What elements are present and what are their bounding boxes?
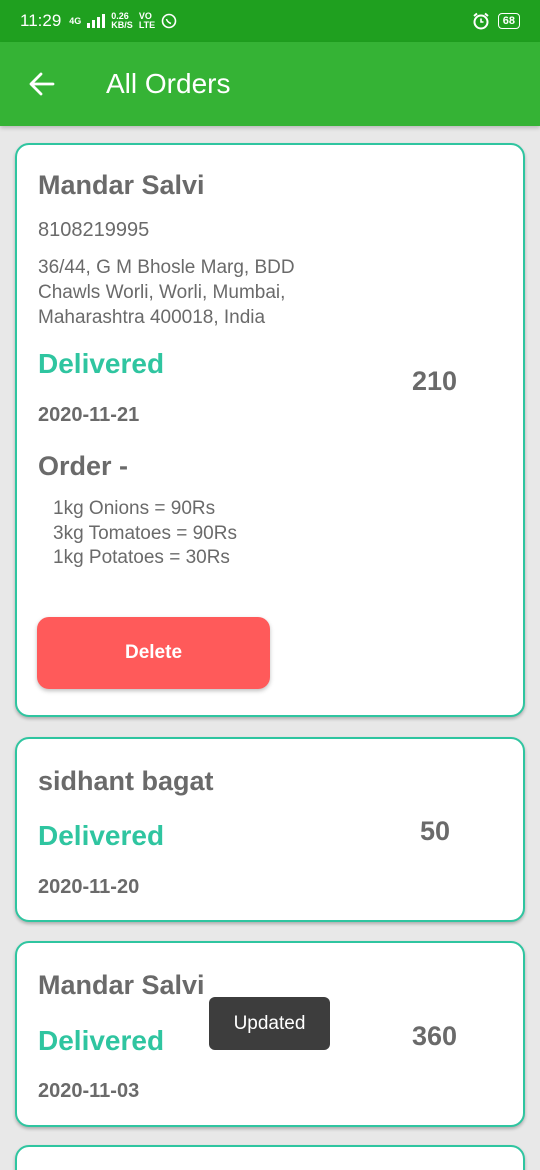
order-items: 1kg Onions = 90Rs 3kg Tomatoes = 90Rs 1k… (53, 497, 237, 571)
app-bar: All Orders (0, 42, 540, 126)
customer-phone: 8108219995 (38, 219, 150, 241)
order-amount: 50 (420, 816, 451, 846)
order-card[interactable] (15, 1145, 525, 1170)
whatsapp-icon (161, 13, 177, 29)
order-amount: 360 (412, 1021, 458, 1051)
page-title: All Orders (106, 68, 231, 99)
customer-name: sidhant bagat (38, 766, 214, 796)
alarm-icon (473, 12, 489, 30)
delete-button[interactable]: Delete (37, 617, 270, 689)
order-card[interactable]: Mandar Salvi 8108219995 36/44, G M Bhosl… (15, 143, 525, 717)
network-speed: 0.26 KB/S (111, 11, 133, 30)
order-date: 2020-11-21 (38, 404, 140, 426)
signal-icon (87, 14, 106, 28)
customer-address: 36/44, G M Bhosle Marg, BDD Chawls Worli… (38, 257, 295, 328)
status-right: 68 (472, 12, 520, 30)
order-item: 1kg Onions = 90Rs (53, 498, 216, 519)
order-amount: 210 (412, 366, 458, 396)
battery-icon: 68 (497, 13, 520, 29)
order-heading: Order - (38, 451, 129, 481)
network-indicator: 4G (69, 15, 82, 26)
order-date: 2020-11-20 (38, 876, 140, 898)
arrow-left-icon (29, 72, 55, 96)
status-bar: 11:29 4G 0.26 KB/S VO LTE 68 (0, 0, 540, 42)
order-status: Delivered (38, 820, 165, 851)
status-icons: 4G 0.26 KB/S VO LTE (69, 12, 177, 30)
customer-name: Mandar Salvi (38, 170, 205, 200)
order-date: 2020-11-03 (38, 1080, 140, 1102)
order-card[interactable]: sidhant bagat Delivered 50 2020-11-20 (15, 737, 525, 922)
back-button[interactable] (20, 62, 64, 106)
order-status: Delivered (38, 1025, 165, 1056)
order-item: 3kg Tomatoes = 90Rs (53, 522, 237, 544)
customer-name: Mandar Salvi (38, 970, 205, 1000)
order-status: Delivered (38, 348, 165, 379)
volte-indicator: VO LTE (138, 11, 156, 30)
toast-message: Updated (209, 997, 330, 1050)
order-item: 1kg Potatoes = 30Rs (53, 547, 230, 568)
status-time: 11:29 (20, 11, 62, 30)
